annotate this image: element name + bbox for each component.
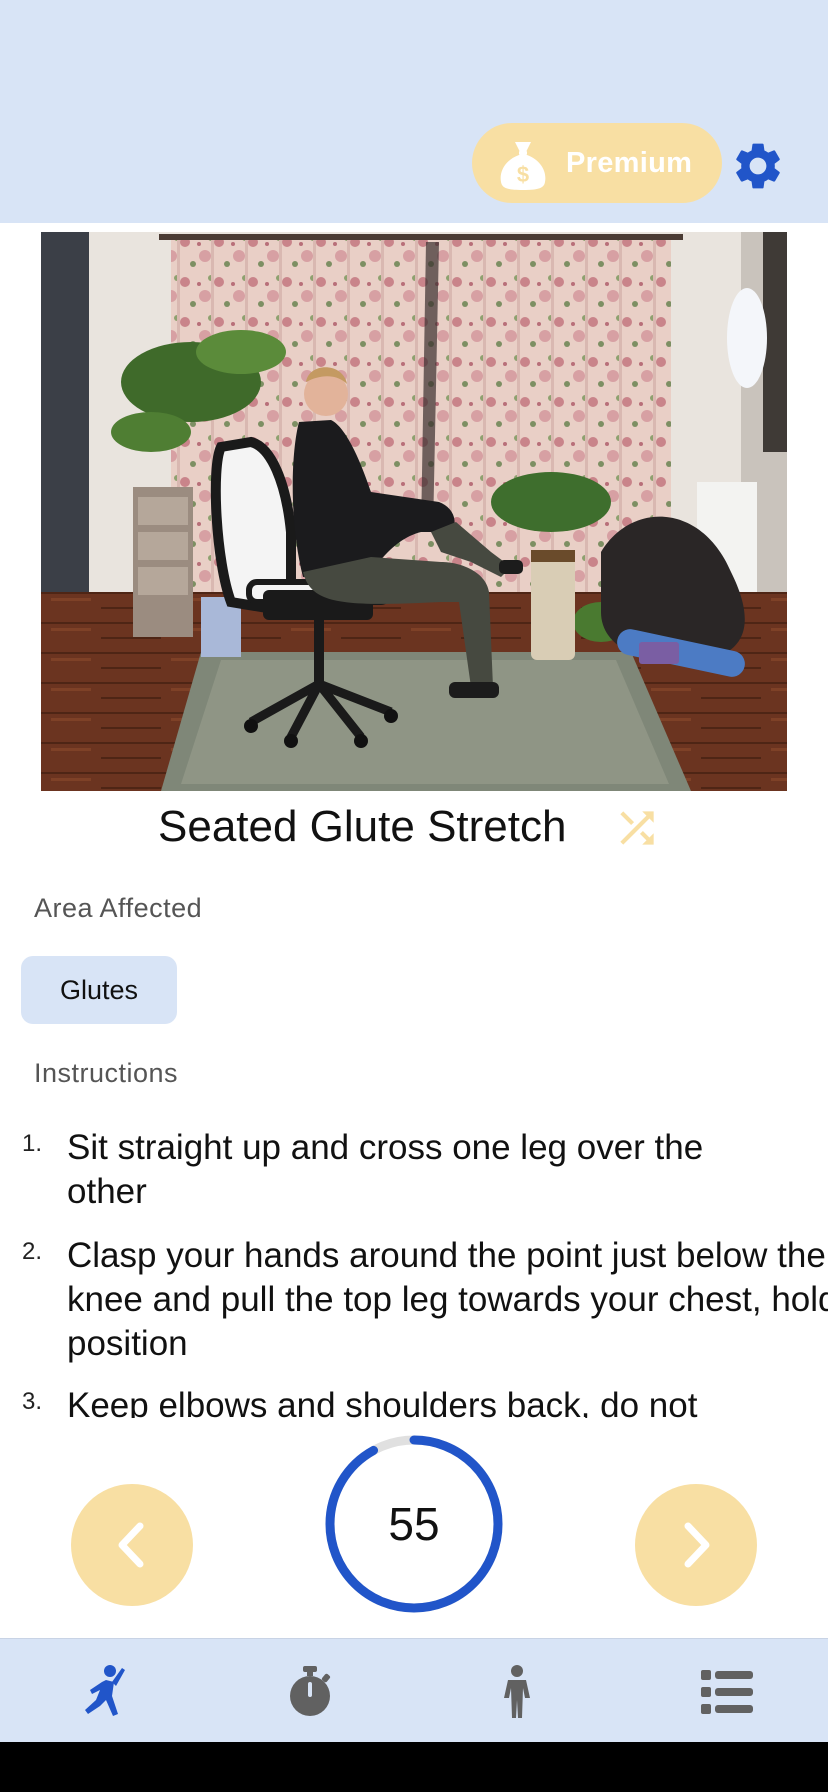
person-icon xyxy=(504,1665,530,1718)
timer-seconds: 55 xyxy=(388,1498,440,1550)
premium-label: Premium xyxy=(566,147,693,179)
instructions-list: 1. Sit straight up and cross one leg ove… xyxy=(0,1118,828,1418)
nav-tab-body[interactable] xyxy=(414,1639,621,1743)
exercise-controls: 55 xyxy=(0,1425,828,1635)
exercise-image xyxy=(41,232,787,791)
step-number: 1. xyxy=(22,1130,43,1157)
instructions-label: Instructions xyxy=(34,1058,179,1088)
area-affected-label: Area Affected xyxy=(34,893,203,923)
stretch-icon xyxy=(85,1665,125,1716)
top-bar: $ Premium xyxy=(0,0,828,223)
nav-tab-list[interactable] xyxy=(621,1639,828,1743)
next-button[interactable] xyxy=(635,1484,757,1606)
nav-tab-stretches[interactable] xyxy=(0,1639,207,1743)
money-bag-icon: $ xyxy=(495,136,551,197)
chevron-left-icon xyxy=(118,1522,144,1568)
list-icon xyxy=(701,1670,753,1714)
gear-icon[interactable] xyxy=(730,138,786,194)
svg-text:$: $ xyxy=(517,162,529,187)
exercise-title: Seated Glute Stretch xyxy=(158,802,567,851)
premium-button[interactable]: $ Premium xyxy=(472,123,722,203)
system-navigation-bar xyxy=(0,1742,828,1792)
exercise-title-row: Seated Glute Stretch xyxy=(0,797,828,857)
chevron-right-icon xyxy=(684,1522,710,1568)
step-number: 2. xyxy=(22,1238,43,1265)
step-text: Clasp your hands around the point just b… xyxy=(67,1236,828,1363)
shuffle-icon[interactable] xyxy=(606,803,668,853)
bottom-navigation xyxy=(0,1638,828,1742)
previous-button[interactable] xyxy=(71,1484,193,1606)
step-text: Sit straight up and cross one leg over t… xyxy=(67,1128,704,1211)
area-chip-glutes[interactable]: Glutes xyxy=(21,956,177,1024)
step-text: Keep elbows and shoulders back, do not xyxy=(67,1386,698,1418)
step-number: 3. xyxy=(22,1388,43,1415)
app-root: $ Premium Seated Glute Stretch Area Affe… xyxy=(0,0,828,1792)
nav-tab-timer[interactable] xyxy=(207,1639,414,1743)
stopwatch-icon xyxy=(290,1666,331,1716)
